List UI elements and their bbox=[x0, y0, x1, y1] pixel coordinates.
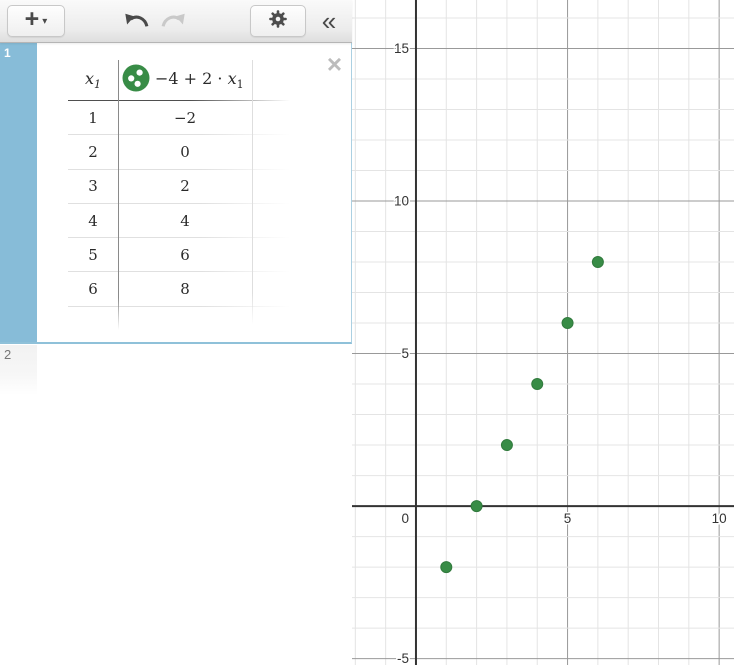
table-cell-y[interactable]: 0 bbox=[118, 143, 252, 161]
table-row[interactable]: 56 bbox=[68, 238, 290, 271]
table-row[interactable]: 44 bbox=[68, 204, 290, 237]
y-axis-tick-label: 5 bbox=[401, 346, 409, 361]
origin-label: 0 bbox=[401, 511, 409, 526]
graph-settings-button[interactable] bbox=[250, 5, 306, 37]
table-row[interactable]: 20 bbox=[68, 135, 290, 168]
expression-table: x1 −4 + 2 · x1 bbox=[68, 60, 290, 339]
close-expression-icon[interactable]: × bbox=[327, 51, 342, 77]
expression-list-background[interactable] bbox=[0, 395, 352, 665]
table-empty-row[interactable] bbox=[68, 307, 290, 339]
expression-2-index: 2 bbox=[4, 347, 11, 362]
expressions-panel: + ▾ bbox=[0, 0, 352, 665]
table-cell-y[interactable]: 6 bbox=[118, 246, 252, 264]
table-cell-x[interactable]: 3 bbox=[68, 177, 118, 195]
scatter-style-icon[interactable] bbox=[122, 64, 150, 96]
table-cell-y[interactable]: 8 bbox=[118, 280, 252, 298]
expression-1-content[interactable]: × x1 bbox=[37, 43, 351, 342]
add-expression-button[interactable]: + ▾ bbox=[7, 5, 65, 37]
table-column-divider-2 bbox=[252, 60, 253, 325]
table-cell-x[interactable]: 1 bbox=[68, 109, 118, 127]
table-cell-x[interactable]: 2 bbox=[68, 143, 118, 161]
y-axis-tick-label: 10 bbox=[394, 194, 409, 209]
table-row[interactable]: 68 bbox=[68, 272, 290, 305]
data-point[interactable] bbox=[532, 379, 543, 390]
history-controls bbox=[122, 9, 188, 31]
graph-canvas[interactable]: 15 10 5 -5 5 10 0 bbox=[352, 0, 734, 665]
table-header-y[interactable]: −4 + 2 · x1 bbox=[118, 64, 252, 96]
expressions-toolbar: + ▾ bbox=[0, 0, 352, 43]
gear-icon bbox=[267, 8, 289, 35]
caret-down-icon: ▾ bbox=[42, 16, 47, 27]
table-cell-y[interactable]: 4 bbox=[118, 212, 252, 230]
data-point[interactable] bbox=[501, 440, 512, 451]
table-cell-x[interactable]: 5 bbox=[68, 246, 118, 264]
data-point[interactable] bbox=[592, 257, 603, 268]
plus-icon: + bbox=[25, 7, 40, 32]
x-axis-tick-label: 10 bbox=[712, 511, 727, 526]
x-axis-tick-label: 5 bbox=[564, 511, 572, 526]
table-cell-x[interactable]: 4 bbox=[68, 212, 118, 230]
graph-paper[interactable]: 15 10 5 -5 5 10 0 bbox=[352, 0, 734, 665]
data-point[interactable] bbox=[441, 562, 452, 573]
undo-icon[interactable] bbox=[122, 9, 152, 31]
y-axis-tick-label: 15 bbox=[394, 41, 409, 56]
table-header-x[interactable]: x1 bbox=[68, 69, 118, 91]
table-cell-y[interactable]: −2 bbox=[118, 109, 252, 127]
redo-icon[interactable] bbox=[158, 9, 188, 31]
expression-1-gutter[interactable]: 1 bbox=[0, 43, 37, 342]
expression-2-gutter[interactable]: 2 bbox=[0, 345, 37, 395]
table-cell-x[interactable]: 6 bbox=[68, 280, 118, 298]
table-row[interactable]: 32 bbox=[68, 170, 290, 203]
table-cell-y[interactable]: 2 bbox=[118, 177, 252, 195]
table-column-expression: −4 + 2 · x1 bbox=[155, 69, 244, 91]
data-point[interactable] bbox=[562, 318, 573, 329]
table-column-divider bbox=[118, 60, 119, 330]
desmos-app: + ▾ bbox=[0, 0, 734, 665]
table-rows: 1−22032445668 bbox=[68, 101, 290, 307]
data-point[interactable] bbox=[471, 501, 482, 512]
table-header-row: x1 −4 + 2 · x1 bbox=[68, 60, 290, 100]
expression-2[interactable]: 2 bbox=[0, 345, 352, 395]
y-axis-tick-label: -5 bbox=[397, 651, 409, 665]
table-row[interactable]: 1−2 bbox=[68, 101, 290, 134]
expression-1-index: 1 bbox=[4, 46, 11, 60]
expression-1: 1 × x1 bbox=[0, 43, 352, 344]
collapse-panel-icon[interactable]: « bbox=[313, 6, 345, 36]
